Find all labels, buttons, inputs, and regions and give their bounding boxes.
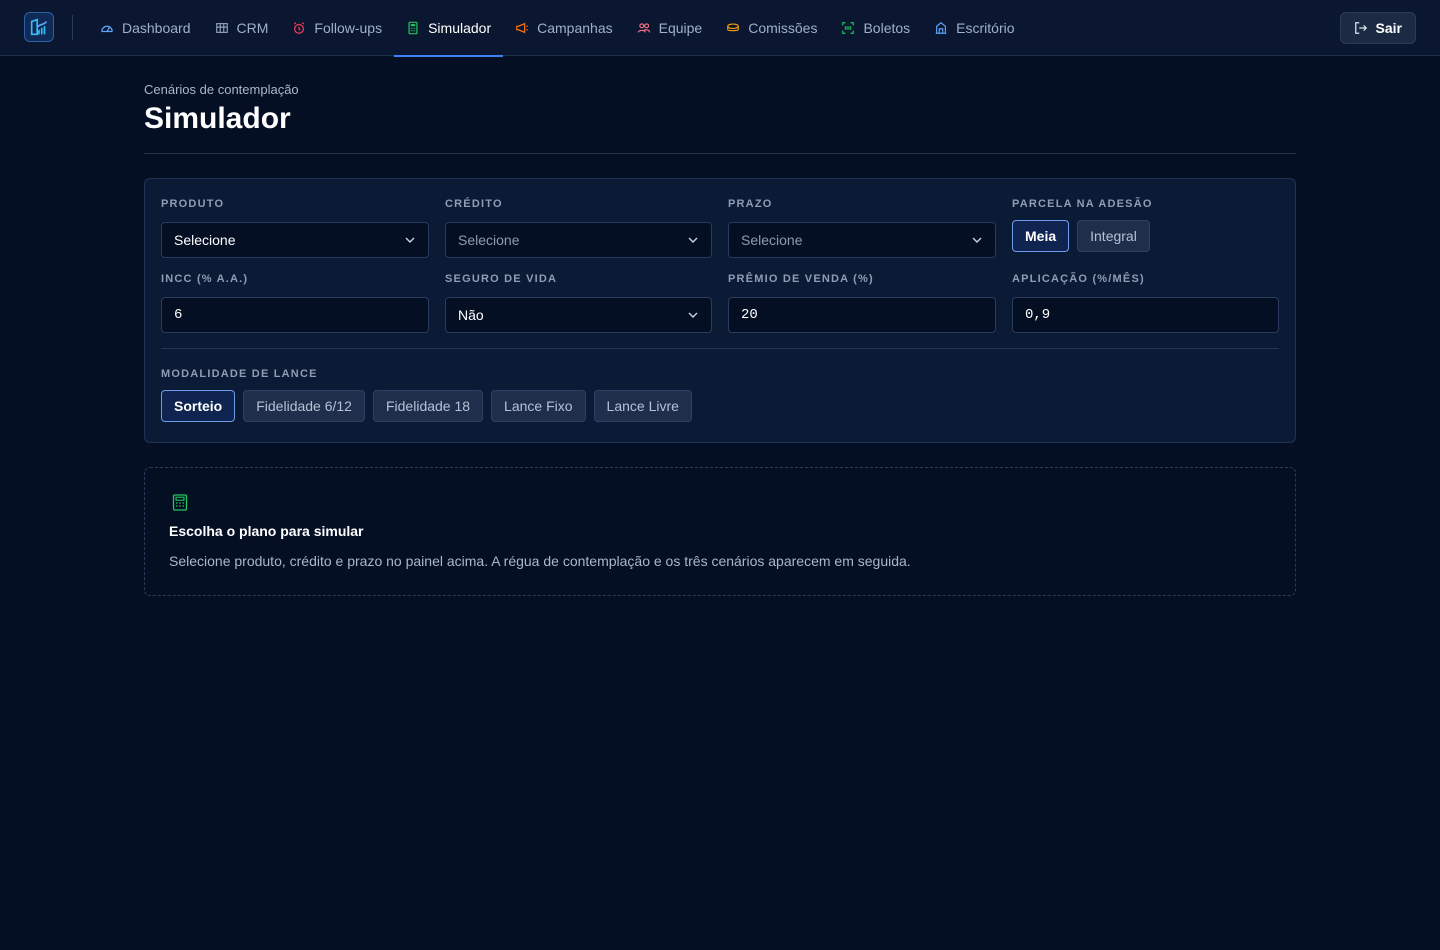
chevron-down-icon — [688, 237, 698, 243]
parcela-toggle: Meia Integral — [1012, 220, 1280, 252]
produto-field: PRODUTO Selecione — [161, 197, 429, 258]
nav-label: Follow-ups — [314, 20, 383, 36]
logo-icon — [30, 18, 48, 36]
chevron-down-icon — [972, 237, 982, 243]
incc-label: INCC (% A.A.) — [161, 273, 249, 285]
modalidade-option-fidelidade-6-12[interactable]: Fidelidade 6/12 — [243, 390, 365, 422]
chevron-down-icon — [688, 312, 698, 318]
nav-label: Simulador — [428, 20, 492, 36]
aplicacao-value: 0,9 — [1025, 307, 1051, 323]
main-nav: Dashboard CRM Follow-ups Simulador Campa… — [88, 0, 1027, 57]
aplicacao-input[interactable]: 0,9 — [1012, 297, 1279, 333]
modalidade-options: Sorteio Fidelidade 6/12 Fidelidade 18 La… — [161, 390, 861, 422]
prazo-value: Selecione — [741, 232, 803, 248]
empty-state-text: Selecione produto, crédito e prazo no pa… — [169, 553, 911, 569]
seguro-label: SEGURO DE VIDA — [445, 273, 558, 285]
incc-input[interactable]: 6 — [161, 297, 429, 333]
coins-icon — [727, 23, 740, 32]
prazo-field: PRAZO Selecione — [728, 197, 996, 258]
calculator-icon — [408, 21, 418, 35]
prazo-label: PRAZO — [728, 198, 773, 210]
parcela-label: PARCELA NA ADESÃO — [1012, 198, 1153, 210]
nav-label: CRM — [236, 20, 269, 36]
simulation-form-panel: PRODUTO Selecione CRÉDITO Selecione PRAZ… — [144, 178, 1296, 443]
header-divider — [144, 153, 1296, 154]
panel-divider — [161, 348, 1279, 349]
logo-divider — [72, 15, 73, 40]
nav-label: Comissões — [748, 20, 818, 36]
incc-field: INCC (% A.A.) 6 — [161, 272, 429, 333]
credito-value: Selecione — [458, 232, 520, 248]
nav-item-boletos[interactable]: Boletos — [829, 0, 922, 56]
nav-label: Dashboard — [122, 20, 191, 36]
page-kicker: Cenários de contemplação — [144, 82, 299, 97]
logout-icon — [1354, 22, 1367, 34]
calculator-icon — [172, 494, 188, 511]
building-icon — [935, 22, 947, 34]
modalidade-option-lance-livre[interactable]: Lance Livre — [593, 390, 692, 422]
premio-input[interactable]: 20 — [728, 297, 996, 333]
prazo-select[interactable]: Selecione — [728, 222, 996, 258]
modalidade-option-sorteio[interactable]: Sorteio — [161, 390, 236, 422]
empty-state-title: Escolha o plano para simular — [169, 523, 364, 539]
nav-item-simulador[interactable]: Simulador — [394, 0, 504, 57]
logout-label: Sair — [1375, 20, 1402, 36]
credito-select[interactable]: Selecione — [445, 222, 712, 258]
users-icon — [637, 23, 650, 33]
nav-item-follow-ups[interactable]: Follow-ups — [280, 0, 394, 56]
nav-item-campanhas[interactable]: Campanhas — [503, 0, 625, 56]
modalidade-option-fidelidade-18[interactable]: Fidelidade 18 — [372, 390, 484, 422]
nav-item-dashboard[interactable]: Dashboard — [88, 0, 203, 56]
parcela-option-meia[interactable]: Meia — [1012, 220, 1070, 252]
incc-value: 6 — [174, 307, 183, 323]
modalidade-field: MODALIDADE DE LANCE Sorteio Fidelidade 6… — [161, 367, 861, 422]
premio-field: PRÊMIO DE VENDA (%) 20 — [728, 272, 996, 333]
megaphone-icon — [516, 22, 529, 34]
credito-label: CRÉDITO — [445, 198, 503, 210]
aplicacao-label: APLICAÇÃO (%/MÊS) — [1012, 273, 1145, 285]
nav-item-equipe[interactable]: Equipe — [625, 0, 715, 56]
app-logo[interactable] — [24, 12, 54, 42]
empty-state-card: Escolha o plano para simular Selecione p… — [144, 467, 1296, 596]
nav-item-crm[interactable]: CRM — [203, 0, 281, 56]
premio-value: 20 — [741, 307, 758, 323]
produto-select[interactable]: Selecione — [161, 222, 429, 258]
nav-label: Equipe — [658, 20, 703, 36]
nav-label: Campanhas — [537, 20, 613, 36]
produto-value: Selecione — [174, 232, 236, 248]
seguro-value: Não — [458, 307, 484, 323]
nav-item-escritorio[interactable]: Escritório — [922, 0, 1026, 56]
nav-label: Boletos — [863, 20, 911, 36]
premio-label: PRÊMIO DE VENDA (%) — [728, 273, 874, 285]
gauge-icon — [101, 25, 113, 33]
parcela-field: PARCELA NA ADESÃO Meia Integral — [1012, 197, 1280, 252]
top-navbar: Dashboard CRM Follow-ups Simulador Campa… — [0, 0, 1440, 57]
aplicacao-field: APLICAÇÃO (%/MÊS) 0,9 — [1012, 272, 1279, 333]
page-title: Simulador — [144, 102, 291, 135]
logout-button[interactable]: Sair — [1339, 12, 1416, 44]
nav-item-comissoes[interactable]: Comissões — [714, 0, 829, 56]
produto-label: PRODUTO — [161, 198, 225, 210]
scan-icon — [842, 22, 855, 34]
chevron-down-icon — [405, 237, 415, 243]
seguro-field: SEGURO DE VIDA Não — [445, 272, 712, 333]
seguro-select[interactable]: Não — [445, 297, 712, 333]
modalidade-option-lance-fixo[interactable]: Lance Fixo — [491, 390, 586, 422]
credito-field: CRÉDITO Selecione — [445, 197, 712, 258]
parcela-option-integral[interactable]: Integral — [1077, 220, 1150, 252]
alarm-icon — [294, 22, 305, 34]
nav-label: Escritório — [956, 20, 1015, 36]
columns-icon — [215, 23, 228, 33]
modalidade-label: MODALIDADE DE LANCE — [161, 368, 318, 380]
